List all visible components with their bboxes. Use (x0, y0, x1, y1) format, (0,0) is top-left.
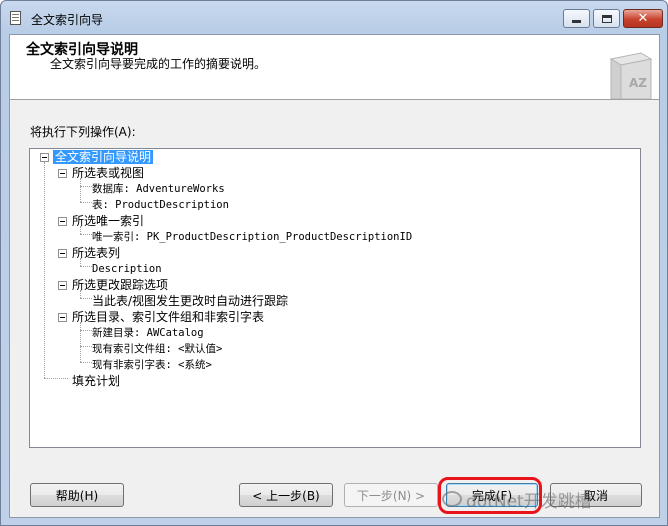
finish-highlight-annotation (438, 477, 542, 514)
tree-connector (80, 330, 92, 331)
tree-item-database[interactable]: 数据库: AdventureWorks (92, 181, 225, 197)
tree-item-catalog[interactable]: 所选目录、索引文件组和非索引字表 (72, 309, 264, 325)
collapse-icon[interactable] (58, 169, 67, 178)
page-subtitle: 全文索引向导要完成的工作的摘要说明。 (50, 57, 267, 71)
svg-text:AZ: AZ (629, 76, 647, 90)
tree-item-table-columns[interactable]: 所选表列 (72, 245, 120, 261)
tree-item-filegroup[interactable]: 现有索引文件组: <默认值> (92, 341, 222, 357)
minimize-button[interactable] (563, 9, 590, 28)
tree-item-table[interactable]: 表: ProductDescription (92, 197, 229, 213)
tree-connector (44, 378, 68, 379)
tree-item-change-tracking[interactable]: 所选更改跟踪选项 (72, 277, 168, 293)
wizard-header: 全文索引向导说明 全文索引向导要完成的工作的摘要说明。 AZ (10, 35, 659, 100)
tree-root-item[interactable]: 全文索引向导说明 (53, 149, 154, 165)
tree-connector (44, 162, 45, 378)
wizard-window: 全文索引向导 ✕ 全文索引向导说明 全文索引向导要完成的工作的摘要说明。 AZ … (0, 0, 668, 526)
maximize-icon (601, 14, 612, 23)
help-button[interactable]: 帮助(H) (30, 483, 124, 507)
tree-connector (80, 202, 92, 203)
app-icon (10, 11, 21, 25)
dictionary-book-icon: AZ (609, 52, 653, 99)
close-icon: ✕ (637, 11, 649, 26)
tree-item-stoplist[interactable]: 现有非索引字表: <系统> (92, 357, 212, 373)
tree-item-index-name[interactable]: 唯一索引: PK_ProductDescription_ProductDescr… (92, 229, 412, 245)
tree-connector (80, 322, 81, 362)
collapse-icon[interactable] (58, 249, 67, 258)
tree-connector (80, 362, 92, 363)
actions-tree-view[interactable]: 全文索引向导说明 所选表或视图 数据库: AdventureWorks 表: P… (29, 148, 641, 448)
tree-connector (80, 234, 92, 235)
tree-item-selected-table[interactable]: 所选表或视图 (72, 165, 144, 181)
window-title: 全文索引向导 (31, 13, 104, 27)
tree-item-new-catalog[interactable]: 新建目录: AWCatalog (92, 325, 204, 341)
tree-connector (80, 266, 92, 267)
tree-item-tracking-mode[interactable]: 当此表/视图发生更改时自动进行跟踪 (92, 293, 288, 309)
collapse-icon[interactable] (40, 153, 49, 162)
tree-connector (80, 346, 92, 347)
tree-root-label: 全文索引向导说明 (53, 150, 154, 164)
cancel-button[interactable]: 取消 (550, 483, 642, 507)
close-button[interactable]: ✕ (623, 9, 663, 28)
tree-item-unique-index[interactable]: 所选唯一索引 (72, 213, 144, 229)
collapse-icon[interactable] (58, 281, 67, 290)
tree-item-column[interactable]: Description (92, 261, 162, 277)
back-button[interactable]: < 上一步(B) (239, 483, 333, 507)
tree-connector (80, 298, 92, 299)
wizard-client-area: 全文索引向导说明 全文索引向导要完成的工作的摘要说明。 AZ 将执行下列操作(A… (9, 34, 660, 518)
tree-connector (80, 178, 81, 202)
next-button[interactable]: 下一步(N) > (344, 483, 438, 507)
minimize-icon (572, 20, 581, 23)
maximize-button[interactable] (593, 9, 620, 28)
title-bar[interactable]: 全文索引向导 ✕ (1, 1, 667, 34)
collapse-icon[interactable] (58, 313, 67, 322)
tree-item-population-schedule[interactable]: 填充计划 (72, 373, 120, 389)
actions-label: 将执行下列操作(A): (30, 125, 136, 139)
tree-connector (80, 186, 92, 187)
collapse-icon[interactable] (58, 217, 67, 226)
